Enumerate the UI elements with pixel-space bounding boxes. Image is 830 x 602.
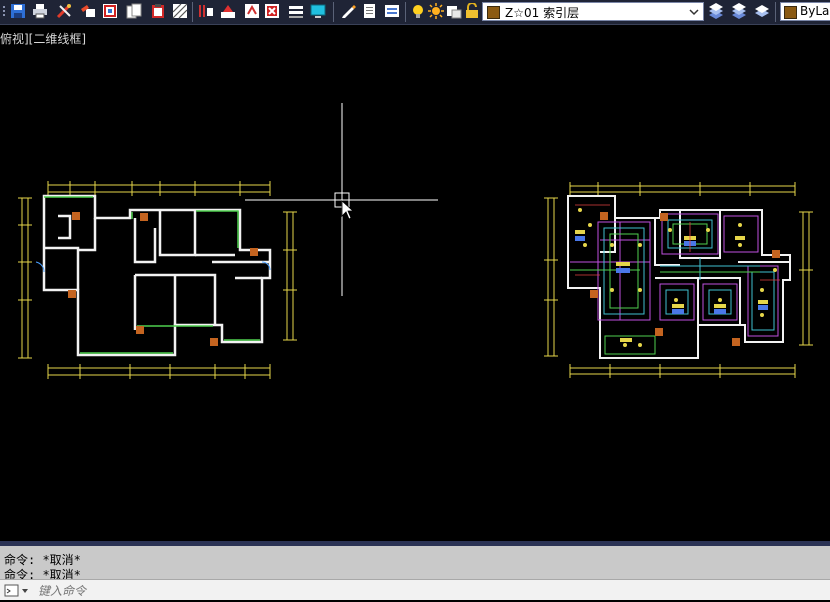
floor-plan-left [18, 181, 297, 379]
layer-properties-icon[interactable] [384, 3, 400, 19]
delete-icon[interactable] [264, 3, 280, 19]
color-name: ByLa [800, 4, 830, 18]
save-icon[interactable] [10, 3, 26, 19]
hatch-icon[interactable] [172, 3, 188, 19]
toolbar-grip-icon [2, 3, 8, 19]
mouse-pointer-icon [341, 200, 355, 220]
sun-icon[interactable] [428, 3, 444, 19]
layer-states-icon[interactable] [731, 3, 747, 19]
dimension-lines-top [47, 181, 271, 196]
freeze-icon[interactable] [446, 3, 462, 19]
crosshair-cursor [245, 103, 438, 296]
toolbar: Z☆01 索引层 ByLa [0, 0, 830, 25]
toolbar-separator [333, 2, 334, 22]
tools-icon[interactable] [56, 3, 72, 19]
command-placeholder: 键入命令 [38, 584, 87, 598]
command-input[interactable]: 键入命令 [0, 579, 830, 600]
floor-plan-right [544, 182, 813, 378]
ceiling-lines-magenta [570, 213, 779, 337]
viewport-label[interactable]: 俯视][二维线框] [0, 30, 86, 47]
color-swatch [784, 6, 797, 19]
match-properties-icon[interactable] [80, 3, 96, 19]
color-dropdown[interactable]: ByLa [780, 2, 830, 21]
layer-isolate-icon[interactable] [220, 3, 236, 19]
layer-walk-icon[interactable] [244, 3, 260, 19]
layer-off-icon[interactable] [198, 3, 214, 19]
pen-icon[interactable] [340, 3, 356, 19]
layer-color-swatch [487, 6, 500, 19]
layer-previous-icon[interactable] [708, 3, 724, 19]
layer-manager-icon[interactable] [288, 3, 304, 19]
drawing-canvas[interactable] [0, 25, 830, 541]
monitor-icon[interactable] [310, 3, 326, 19]
bulb-icon[interactable] [410, 3, 426, 19]
print-icon[interactable] [32, 3, 48, 19]
lock-icon[interactable] [464, 3, 480, 19]
block-icon[interactable] [102, 3, 118, 19]
doors [35, 261, 271, 273]
layer-dropdown[interactable]: Z☆01 索引层 [482, 2, 704, 21]
layer-match-icon[interactable] [754, 3, 770, 19]
chevron-down-icon[interactable] [687, 3, 701, 20]
command-prompt-icon[interactable] [4, 583, 30, 597]
toolbar-separator [775, 2, 776, 22]
layer-name: Z☆01 索引层 [505, 6, 580, 20]
dimension-lines-bottom [47, 364, 271, 379]
toolbar-separator [405, 2, 406, 22]
document-icon[interactable] [362, 3, 378, 19]
paste-icon[interactable] [150, 3, 166, 19]
toolbar-separator [192, 2, 193, 22]
copy-icon[interactable] [126, 3, 142, 19]
